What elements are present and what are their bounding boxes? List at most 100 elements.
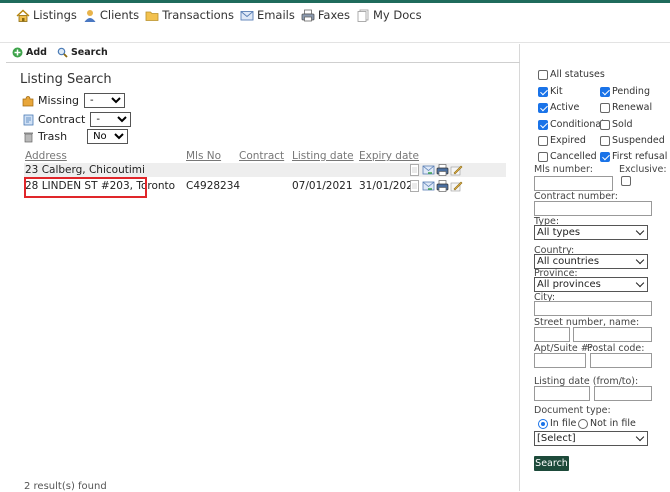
highlight-box [24, 177, 147, 198]
status-label: Pending [612, 86, 650, 97]
edit-icon[interactable] [450, 164, 463, 176]
col-address[interactable]: Address [25, 150, 67, 162]
toolbar: Add Search [12, 47, 118, 58]
status-kit[interactable]: Kit [538, 86, 563, 97]
documents-icon [357, 9, 369, 22]
status-pending[interactable]: Pending [600, 86, 650, 97]
status-conditional[interactable]: Conditional [538, 119, 604, 130]
apt-suite-input[interactable] [534, 353, 586, 368]
status-sold[interactable]: Sold [600, 119, 633, 130]
chevron-down-icon [635, 278, 645, 288]
street-name-input[interactable] [573, 327, 652, 342]
status-label: Active [550, 102, 580, 113]
checkbox-first-refusal[interactable] [600, 151, 610, 162]
nav-faxes-label: Faxes [317, 8, 350, 22]
missing-select[interactable]: -YesNo [84, 93, 126, 108]
fax-icon[interactable] [436, 180, 449, 192]
status-first-refusal[interactable]: First refusal [600, 151, 667, 162]
mls-number-label: Mls number: [534, 164, 593, 175]
checkbox-suspended[interactable] [600, 135, 610, 146]
status-renewal[interactable]: Renewal [600, 102, 652, 113]
province-select[interactable]: All provinces [534, 277, 648, 292]
row-address[interactable]: 23 Calberg, Chicoutimi [25, 164, 145, 176]
checkbox-sold[interactable] [600, 119, 610, 130]
document-select-value: [Select] [537, 433, 576, 444]
filter-trash: Trash NoYes [22, 129, 129, 144]
plus-circle-icon [12, 47, 23, 58]
trash-icon [24, 132, 33, 142]
status-label: First refusal [612, 151, 668, 162]
nav-emails[interactable]: Emails [240, 8, 295, 22]
col-expiry-date[interactable]: Expiry date [359, 150, 419, 162]
checkbox-all-statuses[interactable] [538, 69, 548, 80]
postal-code-input[interactable] [590, 353, 652, 368]
row-listing-date: 07/01/2021 [292, 180, 353, 192]
results-count: 2 result(s) found [24, 481, 107, 492]
checkbox-conditional[interactable] [538, 119, 548, 130]
house-icon [16, 9, 30, 22]
edit-icon[interactable] [450, 180, 463, 192]
city-input[interactable] [534, 301, 652, 316]
mls-number-input[interactable] [534, 176, 613, 191]
checkbox-expired[interactable] [538, 135, 548, 146]
status-active[interactable]: Active [538, 102, 579, 113]
filter-contract: Contract -YesNo [22, 112, 132, 127]
radio-not-in-file[interactable] [578, 418, 588, 429]
top-accent-bar [0, 0, 670, 3]
search-submit-button[interactable]: Search [534, 456, 569, 471]
checkbox-renewal[interactable] [600, 102, 610, 113]
fax-icon[interactable] [436, 164, 449, 176]
chevron-down-icon [635, 255, 645, 265]
envelope-icon [240, 10, 254, 20]
status-label: Conditional [550, 119, 604, 130]
email-send-icon[interactable] [422, 180, 435, 192]
search-button[interactable]: Search [57, 47, 108, 58]
doc-in-file-option[interactable]: In file [538, 418, 576, 429]
status-cancelled[interactable]: Cancelled [538, 151, 597, 162]
trash-select[interactable]: NoYes [87, 129, 129, 144]
listing-date-to-input[interactable] [594, 386, 652, 401]
document-icon[interactable] [408, 164, 421, 176]
nav-my-docs[interactable]: My Docs [356, 8, 422, 22]
province-select-value: All provinces [537, 279, 601, 290]
add-button-label: Add [26, 47, 47, 58]
contract-select[interactable]: -YesNo [90, 112, 132, 127]
status-all[interactable]: All statuses [538, 69, 605, 80]
nav-clients[interactable]: Clients [83, 8, 139, 22]
checkbox-cancelled[interactable] [538, 151, 548, 162]
checkbox-pending[interactable] [600, 86, 610, 97]
contract-number-input[interactable] [534, 201, 652, 216]
nav-listings[interactable]: Listings [16, 8, 77, 22]
status-label: Renewal [612, 102, 653, 113]
document-select[interactable]: [Select] [534, 431, 648, 446]
contract-icon [23, 114, 34, 125]
country-select[interactable]: All countries [534, 254, 648, 269]
status-label: Sold [612, 119, 633, 130]
status-expired[interactable]: Expired [538, 135, 586, 146]
nav-faxes[interactable]: Faxes [301, 8, 350, 22]
exclusive-label: Exclusive: [619, 164, 667, 175]
col-mls-no[interactable]: Mls No [186, 150, 221, 162]
document-type-label: Document type: [534, 405, 611, 416]
checkbox-exclusive[interactable] [621, 176, 631, 186]
status-label: Cancelled [550, 151, 597, 162]
nav-emails-label: Emails [256, 8, 295, 22]
add-button[interactable]: Add [12, 47, 47, 58]
col-contract[interactable]: Contract [239, 150, 284, 162]
nav-transactions[interactable]: Transactions [145, 8, 234, 22]
listing-date-from-input[interactable] [534, 386, 590, 401]
chevron-down-icon [635, 226, 645, 236]
radio-in-file[interactable] [538, 418, 548, 429]
street-number-input[interactable] [534, 327, 570, 342]
doc-not-in-file-option[interactable]: Not in file [578, 418, 636, 429]
status-suspended[interactable]: Suspended [600, 135, 665, 146]
puzzle-icon [22, 95, 34, 106]
main-nav: Listings Clients Transactions Emails Fax… [16, 8, 428, 22]
col-listing-date[interactable]: Listing date [292, 150, 354, 162]
document-icon[interactable] [408, 180, 421, 192]
email-send-icon[interactable] [422, 164, 435, 176]
page-title: Listing Search [20, 72, 112, 87]
checkbox-active[interactable] [538, 102, 548, 113]
type-select[interactable]: All types [534, 225, 648, 240]
checkbox-kit[interactable] [538, 86, 548, 97]
